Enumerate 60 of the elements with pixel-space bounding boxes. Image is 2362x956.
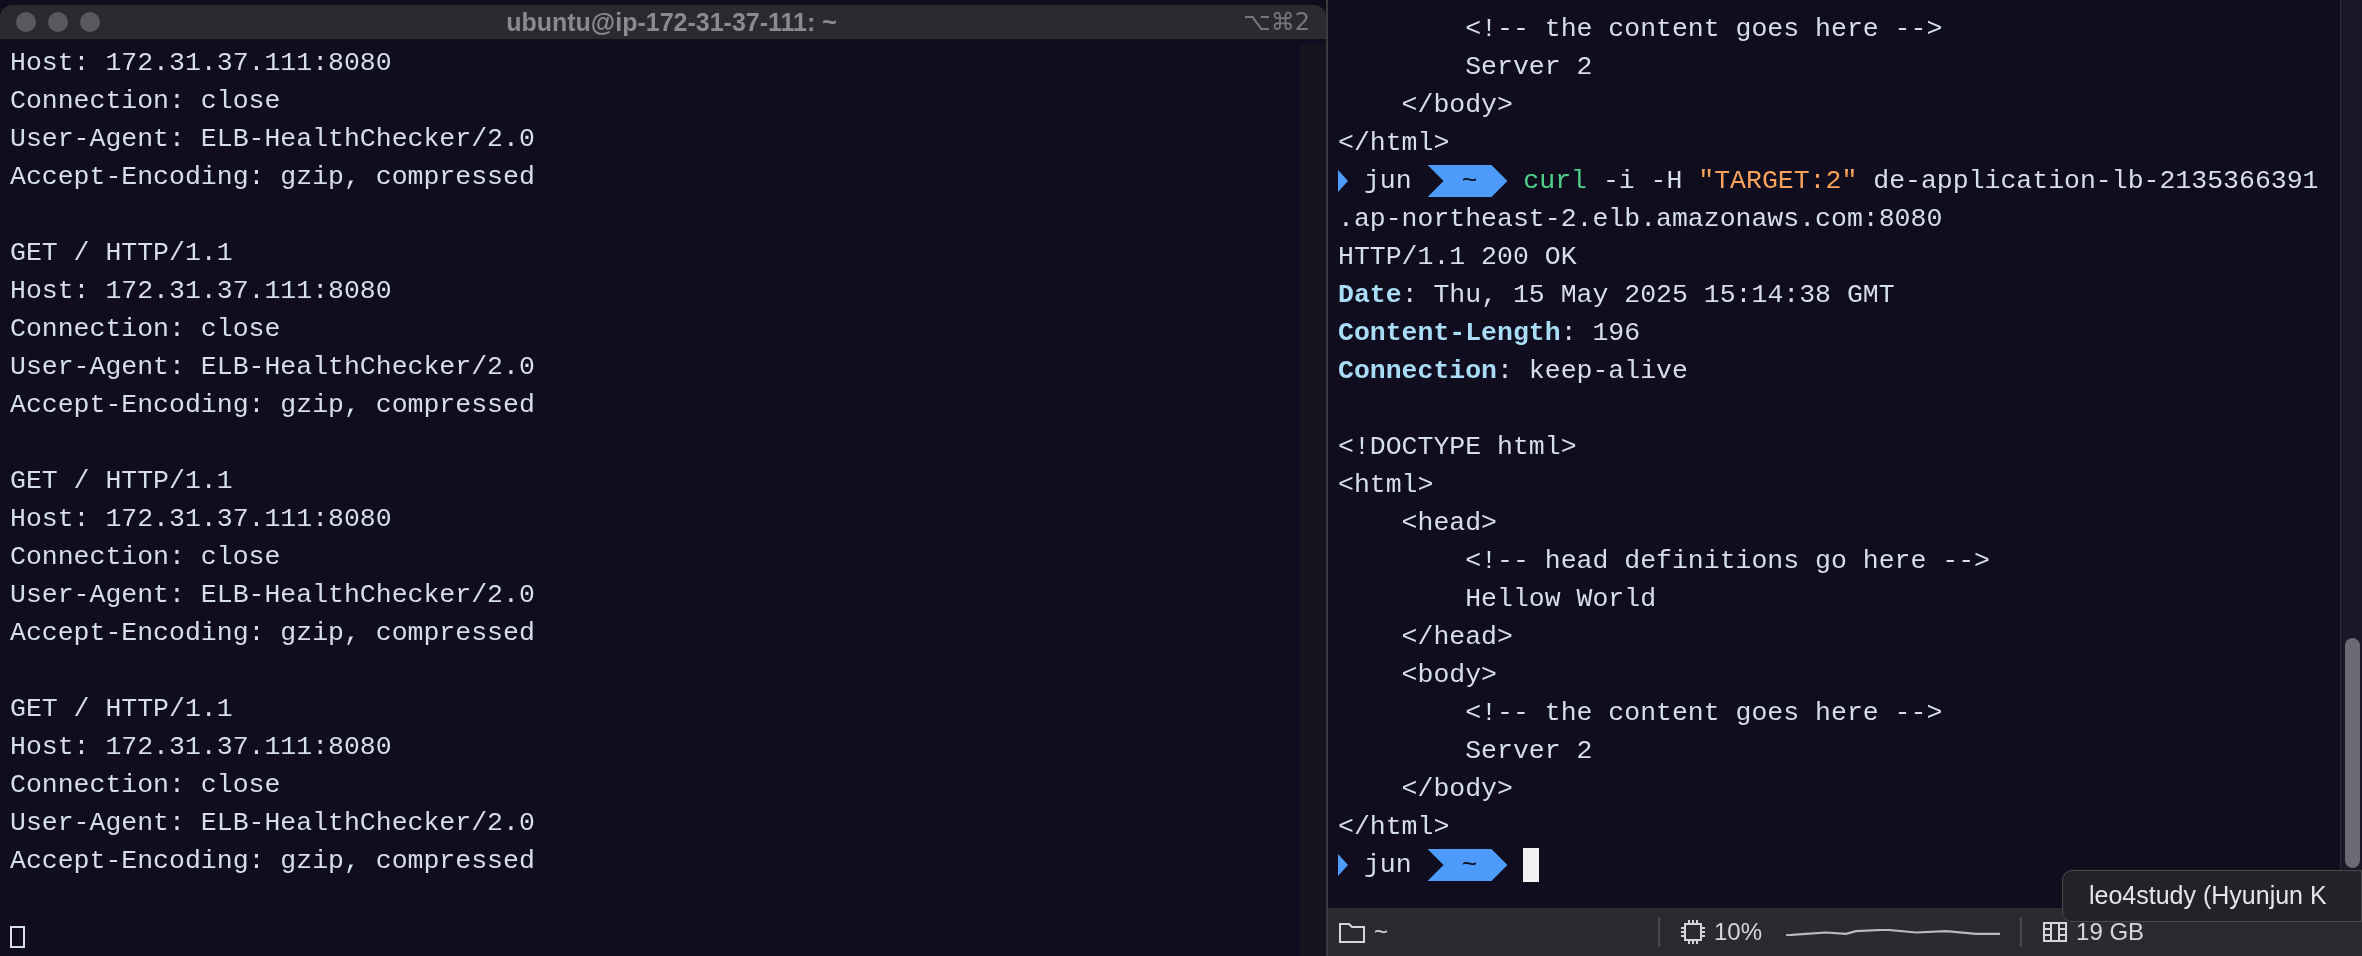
prompt-user: jun	[1363, 166, 1412, 196]
terminal-line: Connection: close	[10, 86, 281, 116]
terminal-line: User-Agent: ELB-HealthChecker/2.0	[10, 808, 535, 838]
terminal-line: </html>	[1338, 812, 1450, 842]
terminal-line: Accept-Encoding: gzip, compressed	[10, 162, 535, 192]
cpu-usage: 10%	[1714, 918, 1763, 946]
terminal-line: User-Agent: ELB-HealthChecker/2.0	[10, 124, 535, 154]
terminal-line: Host: 172.31.37.111:8080	[10, 276, 392, 306]
terminal-line: </body>	[1400, 774, 1513, 804]
prompt-directory: ~	[1427, 165, 1508, 197]
prompt-marker-icon	[1338, 854, 1348, 876]
terminal-line: </html>	[1338, 128, 1450, 158]
scroll-thumb[interactable]	[2345, 638, 2360, 868]
terminal-line: Server 2	[1464, 52, 1593, 82]
terminal-line: Content-Length: 196	[1338, 318, 1641, 348]
terminal-line: <!-- the content goes here -->	[1464, 698, 1943, 728]
terminal-line: GET / HTTP/1.1	[10, 694, 233, 724]
terminal-line: Hellow World	[1464, 584, 1657, 614]
terminal-line: <!-- the content goes here -->	[1464, 14, 1943, 44]
terminal-line: GET / HTTP/1.1	[10, 238, 233, 268]
tooltip: leo4study (Hyunjun K	[2062, 870, 2362, 922]
terminal-line: <head>	[1400, 508, 1498, 538]
terminal-line: Date: Thu, 15 May 2025 15:14:38 GMT	[1338, 280, 1895, 310]
terminal-line: </head>	[1400, 622, 1513, 652]
cpu-icon	[1680, 919, 1706, 945]
terminal-line: <!DOCTYPE html>	[1338, 432, 1577, 462]
terminal-line: </body>	[1400, 90, 1513, 120]
minimize-button[interactable]	[48, 12, 68, 33]
scrollbar[interactable]	[1300, 44, 1326, 956]
window-title: ubuntu@ip-172-31-37-111: ~	[505, 7, 838, 37]
terminal-line: <!-- head definitions go here -->	[1464, 546, 1990, 576]
terminal-line: GET / HTTP/1.1	[10, 466, 233, 496]
close-button[interactable]	[16, 12, 36, 33]
terminal-line: Accept-Encoding: gzip, compressed	[10, 390, 535, 420]
zoom-button[interactable]	[80, 12, 100, 33]
terminal-line: Host: 172.31.37.111:8080	[10, 504, 392, 534]
terminal-line: Server 2	[1464, 736, 1593, 766]
terminal-line: Connection: close	[10, 770, 281, 800]
shortcut-label: ⌥⌘2	[1243, 8, 1310, 37]
prompt-marker-icon	[1338, 170, 1348, 192]
terminal-line: Connection: close	[10, 542, 281, 572]
terminal-line: <html>	[1338, 470, 1434, 500]
terminal-line: User-Agent: ELB-HealthChecker/2.0	[10, 580, 535, 610]
prompt-directory: ~	[1427, 849, 1508, 881]
prompt-user: jun	[1363, 850, 1412, 880]
terminal-line: Accept-Encoding: gzip, compressed	[10, 846, 535, 876]
memory-icon	[2042, 921, 2069, 943]
terminal-line: Connection: keep-alive	[1338, 356, 1688, 386]
terminal-line: .ap-northeast-2.elb.amazonaws.com:8080	[1338, 204, 1943, 234]
command-text: curl -i -H "TARGET:2" de-application-lb-2135366391	[1523, 166, 2319, 196]
terminal-line: <body>	[1400, 660, 1498, 690]
terminal-line: Host: 172.31.37.111:8080	[10, 48, 392, 78]
cursor	[10, 926, 25, 948]
terminal-line: Host: 172.31.37.111:8080	[10, 732, 392, 762]
terminal-line: Accept-Encoding: gzip, compressed	[10, 618, 535, 648]
folder-icon	[1338, 920, 1366, 944]
terminal-line: HTTP/1.1 200 OK	[1338, 242, 1577, 272]
terminal-line: Connection: close	[10, 314, 281, 344]
directory-label: ~	[1374, 918, 1388, 946]
terminal-line: User-Agent: ELB-HealthChecker/2.0	[10, 352, 535, 382]
